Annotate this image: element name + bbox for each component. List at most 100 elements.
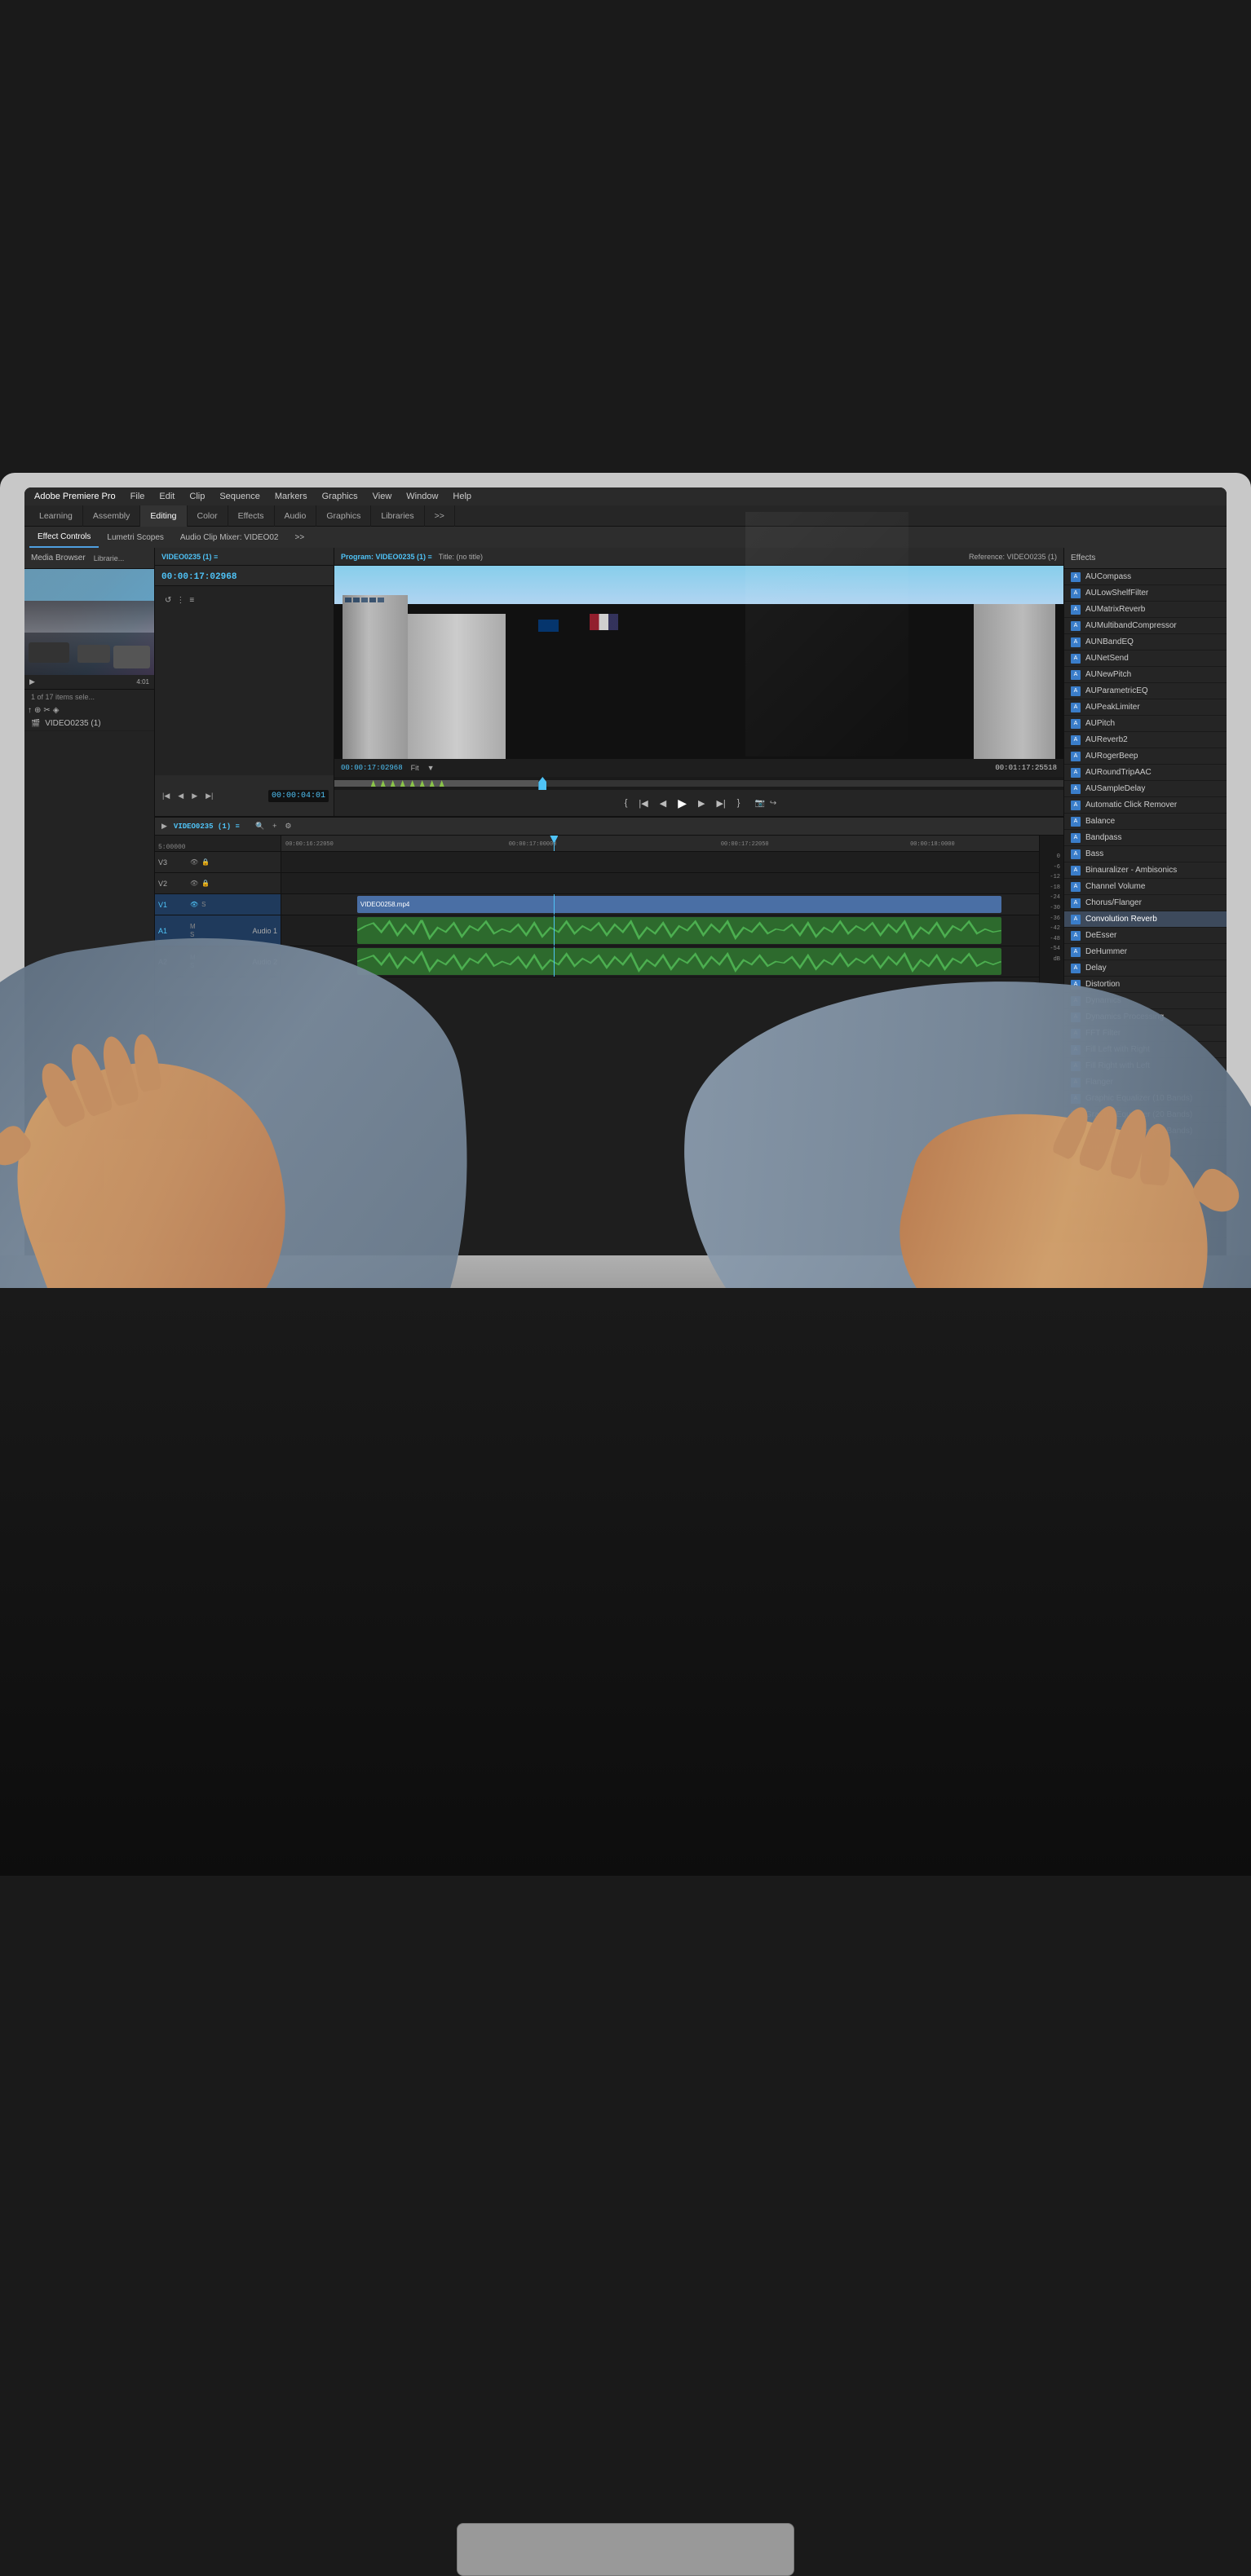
effect-item-aureverb2[interactable]: A AUReverb2 (1064, 732, 1227, 748)
effect-item-grapheq10[interactable]: A Graphic Equalizer (10 Bands) (1064, 1091, 1227, 1107)
workspace-tab-editing[interactable]: Editing (140, 505, 187, 527)
effect-item-deesser[interactable]: A DeEsser (1064, 928, 1227, 944)
tl-tool-settings[interactable]: ⚙ (282, 821, 294, 831)
effect-item-delay[interactable]: A Delay (1064, 960, 1227, 977)
video-clip-v1[interactable]: VIDEO0258.mp4 (357, 896, 1001, 913)
audio-clip-a1[interactable] (357, 917, 1001, 944)
effect-item-aunewpitch[interactable]: A AUNewPitch (1064, 667, 1227, 683)
workspace-tab-color[interactable]: Color (188, 505, 228, 527)
effect-item-autoclick[interactable]: A Automatic Click Remover (1064, 797, 1227, 814)
effect-item-invert[interactable]: A Invert (1064, 1189, 1227, 1205)
menu-window[interactable]: Window (406, 492, 438, 501)
effect-item-aunetsend[interactable]: A AUNetSend (1064, 651, 1227, 667)
audio-clip-a2[interactable] (357, 948, 1001, 975)
effect-item-fftfilter[interactable]: A FFT Filter (1064, 1026, 1227, 1042)
workspace-tab-graphics[interactable]: Graphics (316, 505, 371, 527)
effect-item-highpass[interactable]: A Highpass (1064, 1172, 1227, 1189)
menu-sequence[interactable]: Sequence (219, 492, 260, 501)
v1-eye[interactable]: 👁 (190, 901, 198, 908)
workspace-tab-libraries[interactable]: Libraries (371, 505, 424, 527)
prog-btn-play[interactable]: ▶ (674, 795, 690, 812)
media-tool-1[interactable]: ↑ (28, 706, 32, 715)
effect-item-aunbandeq[interactable]: A AUNBandEQ (1064, 634, 1227, 651)
a1-mute[interactable]: M (190, 923, 196, 930)
effect-item-balance[interactable]: A Balance (1064, 814, 1227, 830)
ctrl-back[interactable]: ◀ (175, 790, 186, 802)
prog-zoom-arrow[interactable]: ▼ (427, 764, 435, 772)
panel-tab-more[interactable]: >> (287, 527, 313, 548)
media-tool-2[interactable]: ⊕ (34, 706, 41, 715)
prog-btn-mark-in[interactable]: { (621, 796, 631, 809)
effect-item-loudnessradar[interactable]: A Loudness Radar (1064, 1205, 1227, 1221)
ctrl-fwd[interactable]: ▶| (203, 790, 215, 802)
a2-mute[interactable]: M (190, 954, 196, 961)
effect-item-lowpass[interactable]: A Lowpass (1064, 1221, 1227, 1237)
ec-btn-reset[interactable]: ↺ (165, 596, 171, 605)
ctrl-rewind[interactable]: |◀ (160, 790, 172, 802)
menu-view[interactable]: View (373, 492, 392, 501)
effect-item-aumultiband[interactable]: A AUMultibandCompressor (1064, 618, 1227, 634)
v2-lock[interactable]: 🔒 (201, 880, 210, 887)
ec-btn-expand[interactable]: ⋮ (176, 596, 184, 605)
workspace-tab-effects[interactable]: Effects (228, 505, 275, 527)
effect-item-dynamics-proc[interactable]: A Dynamics Processing (1064, 1009, 1227, 1026)
menu-markers[interactable]: Markers (275, 492, 307, 501)
prog-btn-step-back[interactable]: |◀ (635, 796, 651, 810)
media-tool-4[interactable]: ◈ (53, 706, 60, 715)
trackpad[interactable] (457, 2523, 794, 2576)
effect-item-ausampledelay[interactable]: A AUSampleDelay (1064, 781, 1227, 797)
workspace-tab-assembly[interactable]: Assembly (83, 505, 141, 527)
effect-item-flanger[interactable]: A Flanger (1064, 1074, 1227, 1091)
effect-item-aupeaklimiter[interactable]: A AUPeakLimiter (1064, 699, 1227, 716)
effect-item-aurogerbeep[interactable]: A AURogerBeep (1064, 748, 1227, 765)
effect-item-fillright[interactable]: A Fill Right with Left (1064, 1058, 1227, 1074)
prog-btn-export[interactable]: ↪ (770, 799, 776, 808)
effect-item-guitarsuite[interactable]: A GuitarSuite (1064, 1140, 1227, 1156)
effect-item-aulowshelf[interactable]: A AULowShelfFilter (1064, 585, 1227, 602)
a1-solo[interactable]: S (190, 931, 196, 938)
effect-item-hardlimiter[interactable]: A Hard Limiter (1064, 1156, 1227, 1172)
v3-eye[interactable]: 👁 (190, 858, 198, 866)
effect-item-dehummer[interactable]: A DeHummer (1064, 944, 1227, 960)
v3-lock[interactable]: 🔒 (201, 858, 210, 866)
menu-app-name[interactable]: Adobe Premiere Pro (34, 492, 116, 501)
effect-item-aumatrixreverb[interactable]: A AUMatrixReverb (1064, 602, 1227, 618)
menu-help[interactable]: Help (453, 492, 471, 501)
workspace-tab-learning[interactable]: Learning (29, 505, 83, 527)
ctrl-play[interactable]: ▶ (189, 790, 200, 802)
effect-item-auparametriceq[interactable]: A AUParametricEQ (1064, 683, 1227, 699)
effect-item-aupitch[interactable]: A AUPitch (1064, 716, 1227, 732)
prog-btn-fwd-frame[interactable]: ▶ (695, 796, 708, 810)
media-ctrl-play[interactable]: ▶ (29, 677, 35, 686)
effect-item-channelvol[interactable]: A Channel Volume (1064, 879, 1227, 895)
effect-item-distortion[interactable]: A Distortion (1064, 977, 1227, 993)
panel-tab-effect-controls[interactable]: Effect Controls (29, 527, 99, 548)
program-scrub-bar[interactable] (334, 777, 1063, 790)
effect-item-dynamics[interactable]: A Dynamics (1064, 993, 1227, 1009)
menu-edit[interactable]: Edit (159, 492, 175, 501)
media-item-1[interactable]: 🎬 VIDEO0235 (1) (24, 717, 154, 731)
a2-solo[interactable]: S (190, 962, 196, 969)
prog-btn-camera[interactable]: 📷 (754, 799, 764, 808)
effect-item-binaural[interactable]: A Binauralizer - Ambisonics (1064, 862, 1227, 879)
effect-item-grapheq20[interactable]: A Graphic Equalizer (20 Bands) (1064, 1107, 1227, 1123)
tl-tool-search[interactable]: 🔍 (253, 821, 267, 831)
ec-btn-menu[interactable]: ≡ (189, 596, 194, 605)
effect-item-fillleft[interactable]: A Fill Left with Right (1064, 1042, 1227, 1058)
effect-item-auroundtripaac[interactable]: A AURoundTripAAC (1064, 765, 1227, 781)
prog-btn-step-fwd[interactable]: ▶| (713, 796, 728, 810)
prog-btn-mark-out[interactable]: } (734, 796, 744, 809)
panel-tab-audio-clip-mixer[interactable]: Audio Clip Mixer: VIDEO02 (172, 527, 287, 548)
effect-item-bandpass[interactable]: A Bandpass (1064, 830, 1227, 846)
effect-item-bass[interactable]: A Bass (1064, 846, 1227, 862)
workspace-tab-audio[interactable]: Audio (275, 505, 317, 527)
prog-btn-back-frame[interactable]: ◀ (656, 796, 670, 810)
panel-tab-lumetri[interactable]: Lumetri Scopes (99, 527, 171, 548)
menu-file[interactable]: File (130, 492, 145, 501)
workspace-tab-more[interactable]: >> (425, 505, 455, 527)
menu-graphics[interactable]: Graphics (322, 492, 358, 501)
media-tool-3[interactable]: ✂ (43, 706, 50, 715)
menu-clip[interactable]: Clip (189, 492, 205, 501)
effect-item-grapheq30[interactable]: A Graphic Equalizer (30 Bands) (1064, 1123, 1227, 1140)
effect-item-convolution[interactable]: A Convolution Reverb (1064, 911, 1227, 928)
